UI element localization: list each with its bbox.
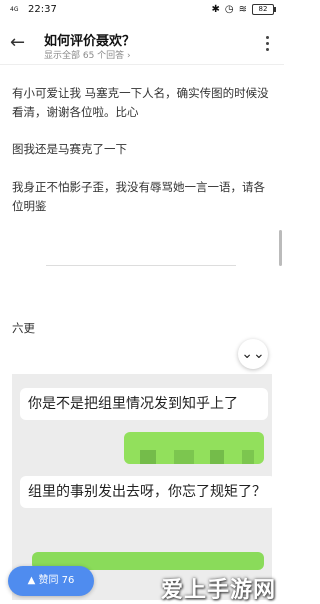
header-divider [0,64,284,65]
alarm-icon: ◷ [224,4,234,15]
network-label: 4G [10,5,19,13]
mosaic-block [174,450,194,464]
more-vertical-icon[interactable] [266,36,270,54]
mosaic-block [140,450,156,464]
mosaic-block [242,450,254,464]
mosaic-block [210,450,224,464]
section-divider [46,265,236,266]
section-label: 六更 [12,321,35,335]
answer-paragraph: 图我还是马赛克了一下 [12,142,127,156]
double-chevron-down-icon[interactable]: ⌄⌄ [238,339,268,369]
all-answers-link[interactable]: 显示全部 65 个回答 › [44,48,131,61]
status-bar: 4G 22:37 ✱ ◷ ≋ 82 [0,0,284,22]
question-title[interactable]: 如何评价聂欢？ [44,30,135,49]
status-right: ✱ ◷ ≋ 82 [211,4,276,15]
watermark-logo: 爱上手游网 [160,578,276,603]
app-bar: ← 如何评价聂欢？ 显示全部 65 个回答 › [0,24,284,64]
wifi-icon: ≋ [238,4,247,15]
status-left: 4G 22:37 [10,4,57,15]
upvote-button[interactable]: ▲ 赞同 76 [8,566,94,596]
bluetooth-icon: ✱ [211,4,220,15]
scrollbar-thumb[interactable] [279,230,282,266]
answer-paragraph: 有小可爱让我 马塞克一下人名，确实传图的时候没看清，谢谢各位啦。比心 [12,86,269,119]
clock: 22:37 [28,4,57,15]
battery-icon: 82 [252,4,276,15]
arrow-left-icon[interactable]: ← [10,32,25,53]
answer-paragraph: 我身正不怕影子歪，我没有辱骂她一言一语，请各位明鉴 [12,180,265,213]
chat-message-left: 组里的事别发出去呀，你忘了规矩了？ [20,476,272,508]
chat-message-left: 你是不是把组里情况发到知乎上了 [20,388,268,420]
